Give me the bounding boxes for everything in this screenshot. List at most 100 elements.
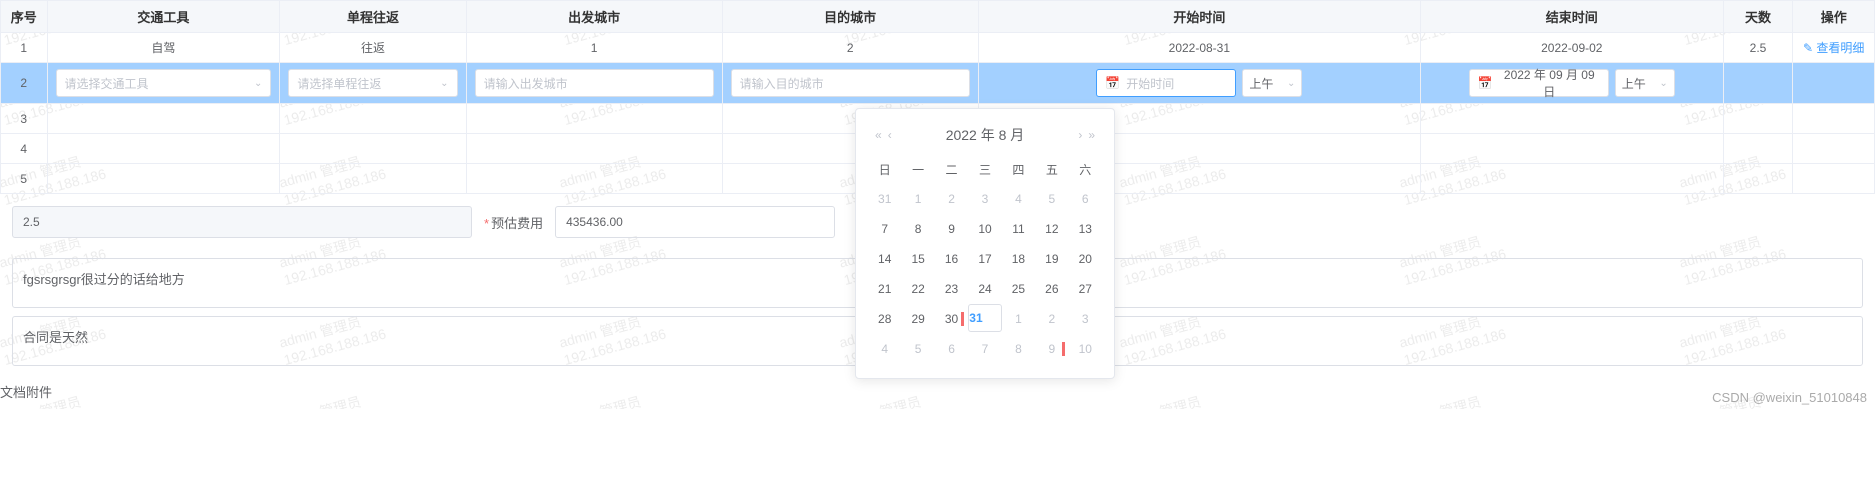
- end-date-input[interactable]: 📅 2022 年 09 月 09 日: [1469, 69, 1609, 97]
- transport-select[interactable]: 请选择交通工具⌄: [56, 69, 272, 97]
- start-ampm-select[interactable]: 上午⌄: [1242, 69, 1302, 97]
- date-picker-popup: « ‹ 2022 年 8 月 › » 日一二三四五六 3112345678910…: [855, 108, 1115, 379]
- date-cell[interactable]: 15: [901, 244, 934, 274]
- dow-header: 六: [1069, 155, 1102, 184]
- cell-start: 2022-08-31: [978, 33, 1420, 63]
- table-row[interactable]: 2 请选择交通工具⌄ 请选择单程往返⌄ 请输入出发城市 请输入目的城市 📅 开始…: [1, 63, 1875, 104]
- date-cell[interactable]: 7: [968, 334, 1001, 364]
- date-cell[interactable]: 17: [968, 244, 1001, 274]
- date-cell[interactable]: 29: [901, 304, 934, 334]
- cell-roundtrip: 往返: [280, 33, 466, 63]
- cell-days: 2.5: [1723, 33, 1793, 63]
- dow-header: 日: [868, 155, 901, 184]
- dow-header: 三: [968, 155, 1001, 184]
- chevron-down-icon: ⌄: [254, 78, 262, 89]
- date-cell[interactable]: 31: [868, 184, 901, 214]
- date-cell[interactable]: 3: [968, 184, 1001, 214]
- cell-seq: 2: [1, 63, 48, 104]
- date-cell[interactable]: 9: [935, 214, 968, 244]
- cell-seq: 5: [1, 164, 48, 194]
- date-cell[interactable]: 5: [901, 334, 934, 364]
- chevron-down-icon: ⌄: [440, 78, 448, 89]
- date-cell[interactable]: 30: [935, 304, 968, 334]
- date-cell[interactable]: 22: [901, 274, 934, 304]
- date-cell[interactable]: 31: [968, 304, 1001, 332]
- date-cell[interactable]: 28: [868, 304, 901, 334]
- table-row[interactable]: 1 自驾 往返 1 2 2022-08-31 2022-09-02 2.5 ✎ …: [1, 33, 1875, 63]
- date-cell[interactable]: 19: [1035, 244, 1068, 274]
- depart-city-input[interactable]: 请输入出发城市: [475, 69, 714, 97]
- dest-city-input[interactable]: 请输入目的城市: [731, 69, 970, 97]
- cell-dest: 2: [722, 33, 978, 63]
- cell-days: [1723, 63, 1793, 104]
- cell-end: 2022-09-02: [1420, 33, 1723, 63]
- cell-seq: 4: [1, 134, 48, 164]
- roundtrip-select[interactable]: 请选择单程往返⌄: [288, 69, 457, 97]
- th-transport: 交通工具: [47, 1, 280, 33]
- date-cell[interactable]: 7: [868, 214, 901, 244]
- th-dest-city: 目的城市: [722, 1, 978, 33]
- th-op: 操作: [1793, 1, 1875, 33]
- date-cell[interactable]: 4: [868, 334, 901, 364]
- th-seq: 序号: [1, 1, 48, 33]
- cell-seq: 1: [1, 33, 48, 63]
- dow-header: 五: [1035, 155, 1068, 184]
- chevron-down-icon: ⌄: [1287, 78, 1295, 89]
- attachment-label: 文档附件: [0, 374, 1875, 409]
- prev-month-button[interactable]: ‹: [885, 128, 895, 142]
- calendar-icon: 📅: [1478, 76, 1493, 90]
- date-cell[interactable]: 12: [1035, 214, 1068, 244]
- view-detail-link[interactable]: ✎ 查看明细: [1803, 41, 1864, 55]
- dow-header: 二: [935, 155, 968, 184]
- calendar-icon: 📅: [1105, 76, 1120, 90]
- edit-icon: ✎: [1803, 41, 1813, 55]
- date-cell[interactable]: 26: [1035, 274, 1068, 304]
- date-cell[interactable]: 25: [1002, 274, 1035, 304]
- date-cell[interactable]: 21: [868, 274, 901, 304]
- date-cell[interactable]: 1: [901, 184, 934, 214]
- end-ampm-select[interactable]: 上午⌄: [1615, 69, 1675, 97]
- date-cell[interactable]: 6: [1069, 184, 1102, 214]
- th-days: 天数: [1723, 1, 1793, 33]
- cell-transport: 自驾: [47, 33, 280, 63]
- dow-header: 一: [901, 155, 934, 184]
- date-cell[interactable]: 9: [1035, 334, 1068, 364]
- date-cell[interactable]: 3: [1069, 304, 1102, 334]
- cell-depart: 1: [466, 33, 722, 63]
- th-start-time: 开始时间: [978, 1, 1420, 33]
- date-cell[interactable]: 2: [1035, 304, 1068, 334]
- dow-header: 四: [1002, 155, 1035, 184]
- start-date-input[interactable]: 📅 开始时间: [1096, 69, 1236, 97]
- date-cell[interactable]: 23: [935, 274, 968, 304]
- date-cell[interactable]: 8: [1002, 334, 1035, 364]
- fee-label: *预估费用: [484, 213, 543, 232]
- next-year-button[interactable]: »: [1085, 128, 1098, 142]
- date-cell[interactable]: 10: [968, 214, 1001, 244]
- date-cell[interactable]: 6: [935, 334, 968, 364]
- date-cell[interactable]: 16: [935, 244, 968, 274]
- days-total-input[interactable]: 2.5: [12, 206, 472, 238]
- date-cell[interactable]: 20: [1069, 244, 1102, 274]
- date-cell[interactable]: 27: [1069, 274, 1102, 304]
- chevron-down-icon: ⌄: [1659, 78, 1667, 89]
- date-cell[interactable]: 4: [1002, 184, 1035, 214]
- prev-year-button[interactable]: «: [872, 128, 885, 142]
- date-cell[interactable]: 13: [1069, 214, 1102, 244]
- date-cell[interactable]: 10: [1069, 334, 1102, 364]
- cell-seq: 3: [1, 104, 48, 134]
- date-cell[interactable]: 5: [1035, 184, 1068, 214]
- th-depart-city: 出发城市: [466, 1, 722, 33]
- date-cell[interactable]: 24: [968, 274, 1001, 304]
- next-month-button[interactable]: ›: [1075, 128, 1085, 142]
- date-cell[interactable]: 8: [901, 214, 934, 244]
- th-roundtrip: 单程往返: [280, 1, 466, 33]
- fee-input[interactable]: 435436.00: [555, 206, 835, 238]
- cell-op: [1793, 63, 1875, 104]
- th-end-time: 结束时间: [1420, 1, 1723, 33]
- date-cell[interactable]: 11: [1002, 214, 1035, 244]
- date-cell[interactable]: 14: [868, 244, 901, 274]
- date-cell[interactable]: 1: [1002, 304, 1035, 334]
- date-cell[interactable]: 18: [1002, 244, 1035, 274]
- date-cell[interactable]: 2: [935, 184, 968, 214]
- datepicker-title: 2022 年 8 月: [895, 125, 1076, 145]
